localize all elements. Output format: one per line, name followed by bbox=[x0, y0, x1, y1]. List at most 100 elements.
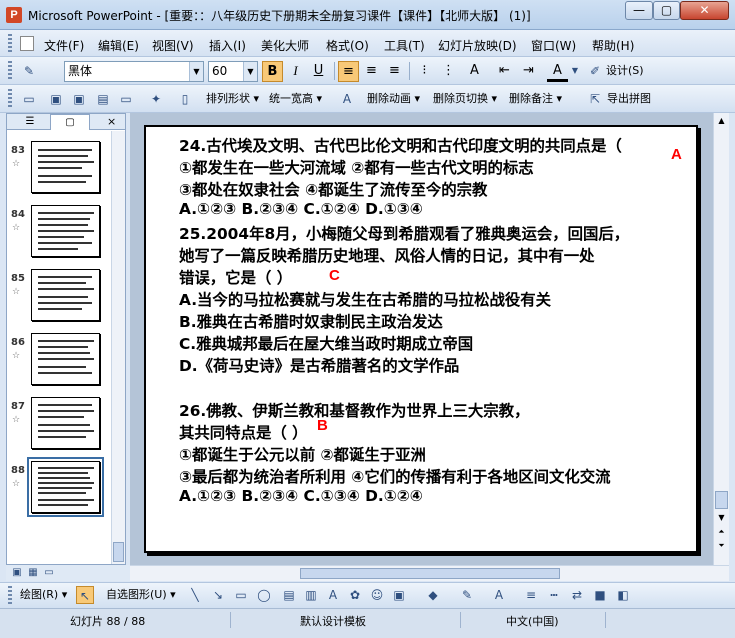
slide-text-line[interactable]: D.《荷马史诗》是古希腊著名的文学作品 bbox=[179, 354, 459, 376]
shadow-style-icon[interactable]: ■ bbox=[591, 586, 609, 604]
3d-style-icon[interactable]: ◧ bbox=[614, 586, 632, 604]
slide-text-line[interactable]: ③最后都为统治者所利用 ④它们的传播有利于各地区间文化交流 bbox=[179, 465, 611, 487]
rectangle-icon[interactable]: ▭ bbox=[232, 586, 250, 604]
slide-vertical-scrollbar[interactable]: ▲ ▼ ⏶ ⏷ bbox=[713, 113, 729, 565]
slide-text-line[interactable]: A.①②③ B.②③④ C.①②④ D.①③④ bbox=[179, 200, 423, 218]
menu-slideshow[interactable]: 幻灯片放映(D) bbox=[438, 37, 517, 54]
slide-text-line[interactable]: 26.佛教、伊斯兰教和基督教作为世界上三大宗教， bbox=[179, 399, 529, 421]
previous-slide-icon[interactable]: ⏶ bbox=[714, 525, 729, 538]
slide-text-line[interactable]: B.雅典在古希腊时奴隶制民主政治发达 bbox=[179, 310, 443, 332]
draw-menu-button[interactable]: 绘图(R) ▾ bbox=[20, 585, 67, 605]
slide-text-line[interactable]: 25.2004年8月，小梅随父母到希腊观看了雅典奥运会，回国后， bbox=[179, 222, 629, 244]
bold-button[interactable]: B bbox=[262, 61, 283, 82]
italic-button[interactable]: I bbox=[285, 61, 306, 82]
oval-icon[interactable]: ◯ bbox=[255, 586, 273, 604]
scrollbar-thumb[interactable] bbox=[715, 491, 728, 509]
align-center-button[interactable]: ≡ bbox=[361, 61, 382, 82]
chevron-down-icon[interactable]: ▼ bbox=[243, 62, 257, 81]
chevron-down-icon[interactable]: ▼ bbox=[189, 62, 203, 81]
line-style-icon[interactable]: ≡ bbox=[522, 586, 540, 604]
design-button[interactable]: 设计(S) bbox=[606, 61, 644, 81]
thumbnail-scrollbar[interactable] bbox=[111, 131, 125, 564]
menu-tools[interactable]: 工具(T) bbox=[384, 37, 425, 54]
outline-tab[interactable]: ☰ bbox=[10, 114, 50, 130]
thumbnail-item[interactable]: 83 ☆ bbox=[7, 135, 111, 199]
slide-text-line[interactable]: A.当今的马拉松赛就与发生在古希腊的马拉松战役有关 bbox=[179, 288, 551, 310]
numbering-icon[interactable]: ⁝ bbox=[414, 61, 435, 82]
vertical-textbox-icon[interactable]: ▥ bbox=[302, 586, 320, 604]
menu-beautify-master[interactable]: 美化大师 bbox=[261, 37, 309, 54]
window-icon[interactable]: ▭ bbox=[117, 90, 135, 108]
increase-indent-icon[interactable]: ⇥ bbox=[518, 61, 539, 82]
scrollbar-thumb[interactable] bbox=[300, 568, 560, 579]
slideshow-view-icon[interactable]: ▭ bbox=[40, 564, 58, 582]
toolbar-grip[interactable] bbox=[8, 34, 12, 53]
textbox-icon[interactable]: ▤ bbox=[280, 586, 298, 604]
arrow-icon[interactable]: ↘ bbox=[209, 586, 227, 604]
layout-icon[interactable]: ▤ bbox=[94, 90, 112, 108]
next-slide-icon[interactable]: ⏷ bbox=[714, 539, 729, 552]
slide-canvas[interactable]: 24.古代埃及文明、古代巴比伦文明和古代印度文明的共同点是（ A ①都发生在一些… bbox=[144, 125, 698, 553]
new-slide-icon[interactable]: ▭ bbox=[20, 90, 38, 108]
scroll-up-icon[interactable]: ▲ bbox=[714, 113, 729, 128]
export-collage-button[interactable]: 导出拼图 bbox=[607, 89, 651, 109]
export-icon[interactable]: ⇱ bbox=[586, 90, 604, 108]
thumbnail-item[interactable]: 86 ☆ bbox=[7, 327, 111, 391]
close-icon[interactable]: × bbox=[107, 115, 116, 128]
slide-text-line[interactable]: 其共同特点是（ ） bbox=[179, 421, 307, 443]
scrollbar-thumb[interactable] bbox=[113, 542, 124, 562]
menu-view[interactable]: 视图(V) bbox=[152, 37, 194, 54]
delete-notes-button[interactable]: 删除备注 ▾ bbox=[509, 89, 562, 109]
menu-format[interactable]: 格式(O) bbox=[326, 37, 369, 54]
document-icon[interactable] bbox=[20, 36, 34, 51]
slide-text-line[interactable]: 24.古代埃及文明、古代巴比伦文明和古代印度文明的共同点是（ bbox=[179, 134, 622, 156]
delete-animation-button[interactable]: 删除动画 ▾ bbox=[367, 89, 420, 109]
clipart-icon[interactable]: ☺ bbox=[368, 586, 386, 604]
delete-transition-button[interactable]: 删除页切换 ▾ bbox=[433, 89, 497, 109]
powerpoint-app-icon[interactable]: P bbox=[6, 7, 22, 23]
font-color-icon[interactable]: A bbox=[490, 586, 508, 604]
picture-icon[interactable]: ▣ bbox=[47, 90, 65, 108]
thumbnail-item[interactable]: 84 ☆ bbox=[7, 199, 111, 263]
insert-picture-icon[interactable]: ▣ bbox=[390, 586, 408, 604]
decrease-indent-icon[interactable]: ⇤ bbox=[494, 61, 515, 82]
menu-insert[interactable]: 插入(I) bbox=[209, 37, 246, 54]
thumbnail-item[interactable]: 85 ☆ bbox=[7, 263, 111, 327]
slide-text-line[interactable]: ①都发生在一些大河流域 ②都有一些古代文明的标志 bbox=[179, 156, 534, 178]
chevron-down-icon[interactable]: ▼ bbox=[566, 62, 584, 80]
toolbar-grip[interactable] bbox=[8, 61, 12, 81]
toolbar-grip[interactable] bbox=[8, 89, 12, 109]
bullets-icon[interactable]: ⋮ bbox=[438, 61, 459, 82]
fill-color-icon[interactable]: ◆ bbox=[424, 586, 442, 604]
align-right-button[interactable]: ≡ bbox=[384, 61, 405, 82]
wordart-icon[interactable]: A bbox=[324, 586, 342, 604]
uniform-size-button[interactable]: 统一宽高 ▾ bbox=[269, 89, 322, 109]
close-button[interactable]: ✕ bbox=[680, 1, 729, 20]
font-case-icon[interactable]: A bbox=[338, 90, 356, 108]
slides-tab[interactable]: ▢ bbox=[50, 114, 90, 130]
font-color-button[interactable]: A bbox=[547, 61, 568, 82]
horizontal-scrollbar[interactable] bbox=[130, 565, 729, 581]
arrow-style-icon[interactable]: ⇄ bbox=[568, 586, 586, 604]
slide-text-line[interactable]: ①都诞生于公元以前 ②都诞生于亚洲 bbox=[179, 443, 426, 465]
design-icon[interactable]: ✐ bbox=[586, 62, 604, 80]
minimize-button[interactable]: — bbox=[625, 1, 653, 20]
format-painter-icon[interactable]: ✎ bbox=[20, 62, 38, 80]
arrange-shapes-button[interactable]: 排列形状 ▾ bbox=[206, 89, 259, 109]
font-name-combo[interactable]: 黑体 ▼ bbox=[64, 61, 204, 82]
maximize-button[interactable]: ▢ bbox=[653, 1, 680, 20]
dash-style-icon[interactable]: ┅ bbox=[545, 586, 563, 604]
menu-help[interactable]: 帮助(H) bbox=[592, 37, 634, 54]
thumbnail-item-selected[interactable]: 88 ☆ bbox=[7, 455, 111, 519]
select-pointer-icon[interactable]: ↖ bbox=[76, 586, 94, 604]
slide-text-line[interactable]: 她写了一篇反映希腊历史地理、风俗人情的日记，其中有一处 bbox=[179, 244, 595, 266]
toolbar-grip[interactable] bbox=[8, 586, 12, 605]
menu-window[interactable]: 窗口(W) bbox=[531, 37, 576, 54]
slide-text-line[interactable]: C.雅典城邦最后在屋大维当政时期成立帝国 bbox=[179, 332, 473, 354]
autoshapes-button[interactable]: 自选图形(U) ▾ bbox=[106, 585, 176, 605]
thumbnail-item[interactable]: 87 ☆ bbox=[7, 391, 111, 455]
underline-button[interactable]: U bbox=[308, 61, 329, 82]
line-icon[interactable]: ╲ bbox=[186, 586, 204, 604]
image-icon[interactable]: ▣ bbox=[70, 90, 88, 108]
menu-edit[interactable]: 编辑(E) bbox=[98, 37, 139, 54]
